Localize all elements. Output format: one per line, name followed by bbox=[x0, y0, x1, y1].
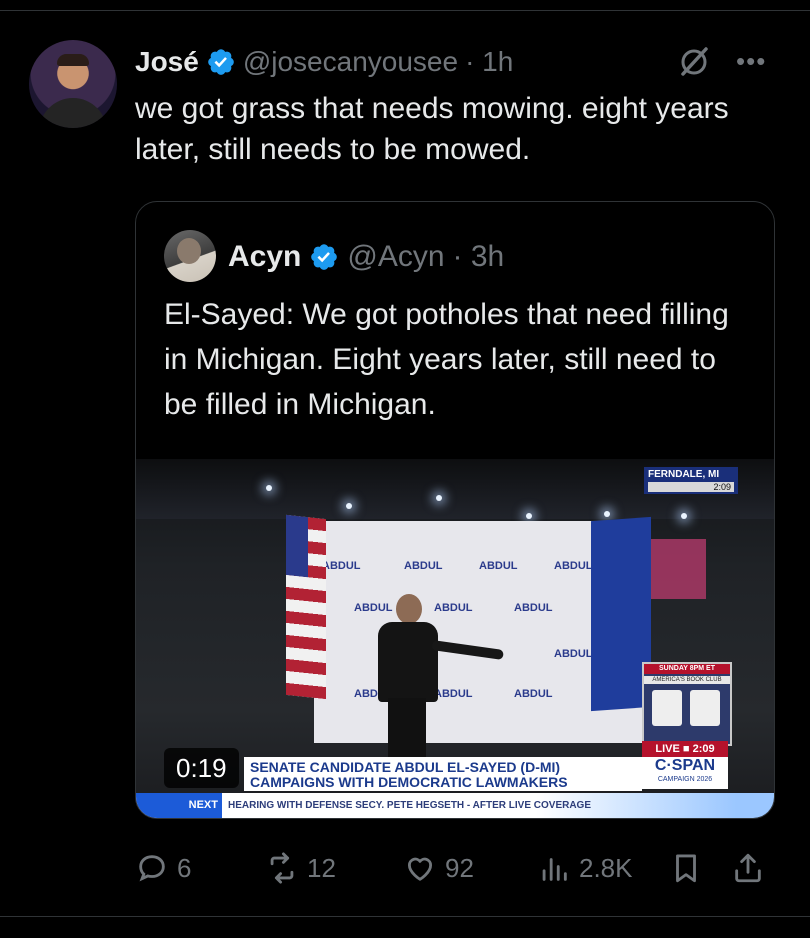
quoted-author-avatar[interactable] bbox=[164, 230, 216, 282]
network-logo: C·SPAN CAMPAIGN 2026 bbox=[642, 757, 728, 789]
author-name[interactable]: José bbox=[135, 46, 199, 78]
post-header: José @josecanyousee · 1h bbox=[135, 44, 513, 80]
chyron-line-2: CAMPAIGNS WITH DEMOCRATIC LAWMAKERS bbox=[250, 774, 568, 790]
stage-light bbox=[604, 511, 610, 517]
more-icon[interactable]: ••• bbox=[736, 48, 766, 74]
chyron: SENATE CANDIDATE ABDUL EL-SAYED (D-MI) C… bbox=[244, 757, 642, 791]
video-duration: 0:19 bbox=[164, 748, 239, 788]
quoted-author-name[interactable]: Acyn bbox=[228, 240, 301, 274]
verified-badge-icon bbox=[208, 49, 234, 75]
stage-light bbox=[436, 495, 442, 501]
backdrop-logo: ABDUL bbox=[554, 648, 593, 660]
backdrop-logo: ABDUL bbox=[514, 602, 553, 614]
post-text: we got grass that needs mowing. eight ye… bbox=[135, 92, 729, 166]
author-avatar[interactable] bbox=[29, 40, 117, 128]
inset-time: SUNDAY 8PM ET bbox=[644, 664, 730, 674]
views-button[interactable]: 2.8K bbox=[537, 846, 633, 890]
chyron-line-1: SENATE CANDIDATE ABDUL EL-SAYED (D-MI) bbox=[250, 759, 561, 775]
promo-inset: SUNDAY 8PM ET AMERICA'S BOOK CLUB bbox=[642, 662, 732, 746]
backdrop-logo: ABDUL bbox=[554, 560, 593, 572]
like-button[interactable]: 92 bbox=[403, 846, 474, 890]
stage-light bbox=[526, 513, 532, 519]
location-clock: 2:09 bbox=[648, 482, 734, 492]
location-label: FERNDALE, MI bbox=[648, 469, 720, 480]
network-name: C·SPAN bbox=[654, 757, 716, 774]
backdrop-logo: ABDUL bbox=[434, 602, 473, 614]
backdrop-logo: ABDUL bbox=[479, 560, 518, 572]
grok-icon[interactable] bbox=[676, 44, 712, 80]
stage-light bbox=[266, 485, 272, 491]
bookmark-icon bbox=[676, 854, 696, 883]
repost-count: 12 bbox=[307, 852, 336, 883]
quoted-post-header: Acyn @Acyn · 3h bbox=[228, 238, 504, 276]
live-time: 2:09 bbox=[692, 743, 715, 755]
quoted-author-handle[interactable]: @Acyn bbox=[347, 240, 444, 274]
post-time[interactable]: · 1h bbox=[465, 46, 513, 78]
next-text: HEARING WITH DEFENSE SECY. PETE HEGSETH … bbox=[228, 800, 592, 811]
like-icon bbox=[407, 857, 433, 881]
network-subtitle: CAMPAIGN 2026 bbox=[657, 776, 713, 783]
bookmark-button[interactable] bbox=[669, 846, 703, 890]
top-divider bbox=[0, 10, 810, 11]
repost-icon bbox=[270, 852, 294, 884]
quoted-post[interactable]: Acyn @Acyn · 3h El-Sayed: We got pothole… bbox=[135, 201, 775, 819]
side-banner bbox=[651, 539, 706, 599]
repost-button[interactable]: 12 bbox=[265, 846, 336, 890]
video-player[interactable]: ABDUL ABDUL ABDUL ABDUL ABDUL ABDUL ABDU… bbox=[136, 459, 774, 818]
bottom-divider bbox=[0, 916, 810, 917]
views-count: 2.8K bbox=[579, 852, 633, 883]
like-count: 92 bbox=[445, 852, 474, 883]
reply-icon bbox=[139, 855, 165, 882]
stage-light bbox=[346, 503, 352, 509]
author-handle[interactable]: @josecanyousee bbox=[243, 46, 458, 78]
live-badge: LIVE ■ 2:09 bbox=[642, 741, 728, 757]
quoted-post-time[interactable]: · 3h bbox=[453, 240, 505, 274]
stage-light bbox=[681, 513, 687, 519]
speaker-figure bbox=[376, 594, 504, 760]
backdrop-logo: ABDUL bbox=[514, 688, 553, 700]
next-ticker: NEXT HEARING WITH DEFENSE SECY. PETE HEG… bbox=[136, 793, 774, 818]
location-bug: FERNDALE, MI 2:09 bbox=[644, 467, 738, 494]
backdrop-logo: ABDUL bbox=[322, 560, 361, 572]
backdrop-logo: ABDUL bbox=[434, 688, 473, 700]
next-label: NEXT bbox=[136, 793, 222, 818]
share-button[interactable] bbox=[731, 846, 765, 890]
share-icon bbox=[735, 853, 761, 883]
backdrop-logo: ABDUL bbox=[404, 560, 443, 572]
verified-badge-icon bbox=[311, 244, 338, 270]
reply-button[interactable]: 6 bbox=[135, 846, 191, 890]
reply-count: 6 bbox=[177, 852, 192, 883]
us-flag bbox=[286, 514, 326, 700]
inset-show: AMERICA'S BOOK CLUB bbox=[644, 676, 730, 684]
live-label: LIVE bbox=[655, 743, 680, 755]
action-bar: 6 12 92 2.8K bbox=[135, 846, 775, 890]
views-icon bbox=[542, 858, 567, 881]
quoted-post-text: El-Sayed: We got potholes that need fill… bbox=[164, 298, 729, 421]
